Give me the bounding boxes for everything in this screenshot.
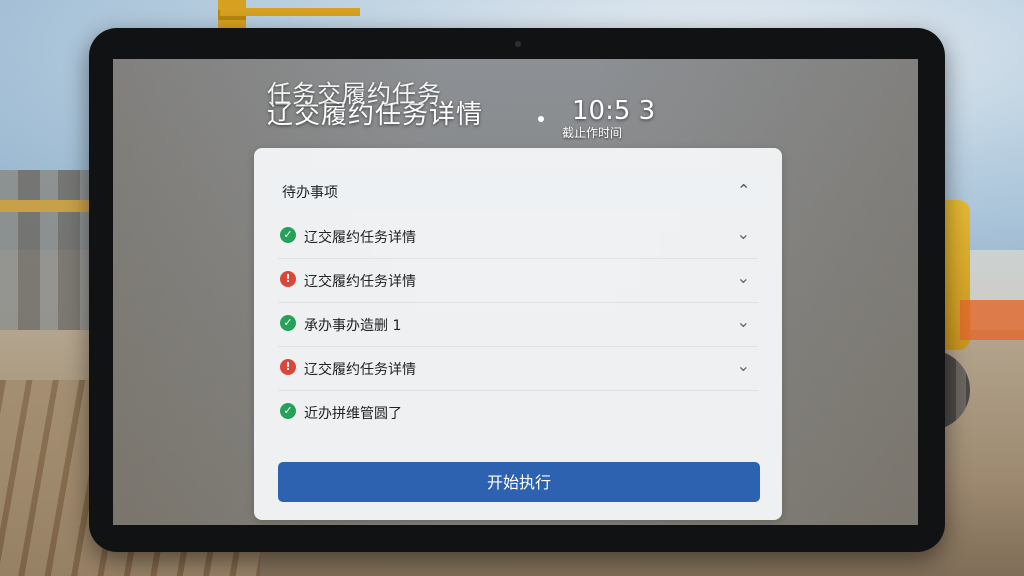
heart-alert-icon: ! <box>280 359 296 375</box>
todo-heading: 待办事项 <box>282 185 338 201</box>
start-execution-button[interactable]: 开始执行 <box>278 462 760 502</box>
todo-item-label: 辽交履约任务详情 <box>304 274 416 290</box>
safety-fence <box>960 300 1024 340</box>
clock-time: 10:5 3 <box>572 96 656 126</box>
todo-item-2[interactable]: ! 辽交履约任务详情 ⌄ <box>278 258 758 303</box>
crane-arm <box>220 8 360 16</box>
todo-card: 待办事项 ⌄ ✓ 辽交履约任务详情 ⌄ ! 辽交履约任务详情 ⌄ ✓ 承办事办造… <box>254 148 782 520</box>
header-title: 任务交履约任务 <box>267 80 442 108</box>
todo-item-4[interactable]: ! 辽交履约任务详情 ⌄ <box>278 346 758 391</box>
todo-item-1[interactable]: ✓ 辽交履约任务详情 ⌄ <box>278 214 758 259</box>
chevron-down-icon[interactable]: ⌄ <box>737 356 750 375</box>
todo-item-label: 辽交履约任务详情 <box>304 362 416 378</box>
chevron-up-icon[interactable]: ⌄ <box>737 180 750 199</box>
check-circle-icon: ✓ <box>280 315 296 331</box>
todo-item-5[interactable]: ✓ 近办拼维管圆了 <box>278 390 758 434</box>
separator-dot <box>538 116 544 122</box>
todo-section-header[interactable]: 待办事项 ⌄ <box>268 170 768 212</box>
deadline-label: 截止作时间 <box>562 126 623 140</box>
camera-dot <box>515 41 521 47</box>
chevron-down-icon[interactable]: ⌄ <box>737 224 750 243</box>
todo-item-label: 承办事办造删 1 <box>304 318 402 334</box>
todo-item-label: 辽交履约任务详情 <box>304 230 416 246</box>
check-circle-icon: ✓ <box>280 227 296 243</box>
todo-item-label: 近办拼维管圆了 <box>304 406 402 422</box>
heart-alert-icon: ! <box>280 271 296 287</box>
check-circle-icon: ✓ <box>280 403 296 419</box>
chevron-down-icon[interactable]: ⌄ <box>737 312 750 331</box>
todo-item-3[interactable]: ✓ 承办事办造删 1 ⌄ <box>278 302 758 347</box>
chevron-down-icon[interactable]: ⌄ <box>737 268 750 287</box>
task-header: 任务交履约任务 辽交履约任务详情 <box>267 80 483 130</box>
